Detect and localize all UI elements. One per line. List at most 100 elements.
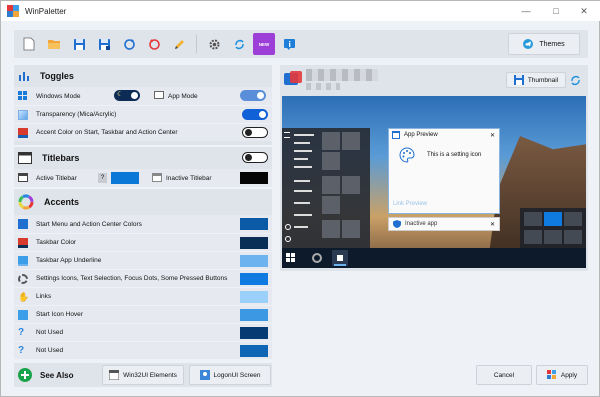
open-button[interactable] [43,33,65,55]
accent-color-swatch[interactable] [240,237,268,249]
apply-windows-icon [546,370,557,380]
accent-color-swatch[interactable] [240,327,268,339]
underline-icon [18,255,28,266]
menu-line [294,202,310,204]
start-hover-icon [18,309,28,320]
titlebar-icon [18,152,32,164]
accent-label: Not Used [36,329,64,336]
accent-color-swatch[interactable] [240,218,268,230]
save-as-button[interactable] [93,33,115,55]
titlebars-toggle[interactable] [242,152,268,163]
accent-row: Settings Icons, Text Selection, Focus Do… [14,269,272,287]
apply-button[interactable]: Apply [536,365,588,385]
sync-button[interactable] [228,33,250,55]
inactive-titlebar-label: Inactive Titlebar [166,174,212,182]
inactive-titlebar-swatch[interactable] [240,172,268,184]
transparency-toggle[interactable] [242,109,268,120]
accent-color-toggle[interactable] [242,127,268,138]
see-also-label: See Also [40,370,74,380]
minimize-button[interactable]: — [511,1,541,21]
taskbar-preview [282,248,586,268]
toggle-knob [131,92,138,99]
cancel-button[interactable]: Cancel [476,365,532,385]
thumbnail-button[interactable]: Thumbnail [506,72,566,88]
accent-row: ? Not Used [14,323,272,341]
about-info-icon [283,38,295,50]
start-button-icon [286,253,296,263]
accent-row: ✋ Links [14,287,272,305]
refresh-button[interactable] [118,33,140,55]
save-button[interactable] [68,33,90,55]
taskbar-settings-icon [312,253,322,263]
toggle-knob [259,111,266,118]
maximize-button[interactable]: □ [541,1,571,21]
accents-section: Accents Start Menu and Action Center Col… [14,189,272,359]
help-button[interactable]: ? [98,173,107,183]
accent-color-swatch[interactable] [240,273,268,285]
accent-color-swatch[interactable] [240,255,268,267]
toggles-icon [19,72,29,81]
windows-mode-label: Windows Mode [36,92,81,100]
accent-label: Taskbar App Underline [36,257,102,264]
active-titlebar-swatch[interactable] [111,172,139,184]
menu-line [294,134,314,136]
theme-author-pixelated [306,83,340,90]
taskbar-icon [18,237,28,248]
palette-icon [399,147,415,163]
accent-label: Taskbar Color [36,239,77,246]
app-mode-icon [154,91,164,101]
win32ui-button[interactable]: Win32UI Elements [102,365,184,385]
refresh-preview-icon[interactable] [569,74,581,86]
themes-button[interactable]: Themes [508,33,580,55]
edit-button[interactable] [168,33,190,55]
hamburger-icon [284,132,290,138]
accent-row: Start Menu and Action Center Colors [14,215,272,233]
app-preview-icon [392,131,400,139]
start-tile [322,176,340,194]
accent-row: Taskbar App Underline [14,251,272,269]
whats-new-icon: NEW [258,41,270,47]
accent-label: Start Icon Hover [36,311,83,318]
accent-color-swatch[interactable] [240,345,268,357]
menu-line [294,180,310,182]
restore-default-button[interactable] [143,33,165,55]
windows-mode-toggle[interactable]: ☾ [114,90,140,101]
inactive-titlebar-icon [152,173,162,183]
logonui-label: LogonUI Screen [213,371,261,379]
accent-color-swatch[interactable] [240,291,268,303]
settings-small-icon [285,224,291,230]
action-center-preview [520,208,586,252]
start-tile [322,132,340,150]
action-buttons: Cancel Apply [280,363,588,387]
start-menu-preview [282,128,370,248]
toggles-header: Toggles [14,65,272,87]
logonui-button[interactable]: LogonUI Screen [189,365,271,385]
close-button[interactable]: ✕ [569,1,599,21]
menu-line [294,214,312,216]
telegram-icon [523,39,534,49]
accent-color-swatch[interactable] [240,309,268,321]
links-icon: ✋ [18,291,30,302]
app-mode-label: App Mode [168,92,198,100]
accent-color-icon [18,127,28,138]
title-bar: WinPaletter — □ ✕ [1,1,600,21]
save-icon [73,38,85,50]
moon-icon: ☾ [117,91,124,98]
titlebars-section: Titlebars Active Titlebar ? Inactive Tit… [14,147,272,187]
save-thumbnail-icon [513,75,524,85]
link-preview: Link Preview [393,201,428,207]
menu-line [294,150,312,152]
window-title: WinPaletter [25,6,67,16]
win32ui-label: Win32UI Elements [123,371,177,379]
whats-new-button[interactable]: NEW [253,33,275,55]
apply-label: Apply [560,371,578,379]
refresh-icon [123,38,135,50]
accent-label: Not Used [36,347,64,354]
menu-line [294,158,308,160]
app-mode-toggle[interactable] [240,90,266,101]
new-file-button[interactable] [18,33,40,55]
transparency-icon [18,109,28,120]
about-button[interactable] [278,33,300,55]
settings-button[interactable] [203,33,225,55]
app-window: WinPaletter — □ ✕ NEW Themes Toggles Win… [0,0,600,397]
